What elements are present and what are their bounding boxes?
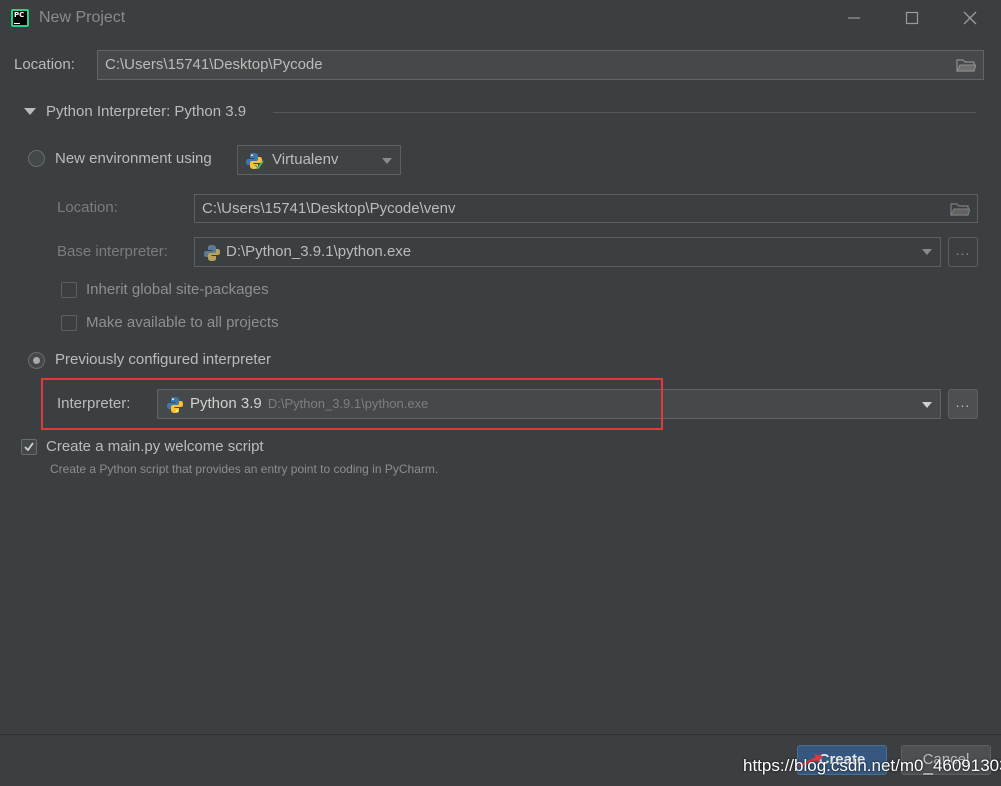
watermark-text: https://blog.csdn.net/m0_46091303 bbox=[743, 756, 1001, 775]
minimize-button[interactable] bbox=[825, 0, 883, 36]
environment-tool-combo[interactable]: Virtualenv bbox=[237, 145, 401, 175]
make-available-checkbox[interactable] bbox=[61, 315, 77, 331]
python-logo-icon bbox=[204, 245, 220, 261]
pycharm-logo-icon: PC bbox=[11, 9, 29, 27]
welcome-script-checkbox[interactable] bbox=[21, 439, 37, 455]
inherit-packages-checkbox[interactable] bbox=[61, 282, 77, 298]
chevron-down-icon bbox=[922, 402, 932, 408]
section-separator bbox=[273, 112, 976, 113]
environment-tool-value: Virtualenv bbox=[272, 151, 339, 168]
make-available-label: Make available to all projects bbox=[86, 314, 279, 331]
venv-location-label: Location: bbox=[57, 199, 118, 216]
welcome-script-label: Create a main.py welcome script bbox=[46, 438, 264, 455]
maximize-button[interactable] bbox=[883, 0, 941, 36]
maximize-icon bbox=[905, 11, 919, 25]
interpreter-highlight-box bbox=[41, 378, 663, 430]
base-interpreter-browse-button[interactable]: ... bbox=[948, 237, 978, 267]
folder-icon[interactable] bbox=[950, 201, 970, 217]
title-bar: PC New Project bbox=[0, 0, 1001, 36]
close-button[interactable] bbox=[941, 0, 999, 36]
close-icon bbox=[963, 11, 977, 25]
welcome-script-description: Create a Python script that provides an … bbox=[50, 462, 439, 476]
new-environment-label: New environment using bbox=[55, 150, 212, 167]
window-title: New Project bbox=[39, 9, 126, 26]
project-location-value: C:\Users\15741\Desktop\Pycode bbox=[105, 56, 323, 73]
checkmark-overlay-icon bbox=[254, 160, 264, 170]
new-project-dialog: PC New Project Location: C:\Users\15741\… bbox=[0, 0, 1001, 786]
base-interpreter-label: Base interpreter: bbox=[57, 243, 168, 260]
app-icon-text: PC bbox=[14, 11, 25, 19]
project-location-label: Location: bbox=[14, 56, 75, 73]
interpreter-section-title: Python Interpreter: Python 3.9 bbox=[46, 103, 247, 120]
new-environment-radio[interactable] bbox=[28, 150, 45, 167]
chevron-down-icon bbox=[922, 249, 932, 255]
project-location-input[interactable]: C:\Users\15741\Desktop\Pycode bbox=[97, 50, 984, 80]
footer-separator bbox=[0, 734, 1001, 735]
interpreter-browse-button[interactable]: ... bbox=[948, 389, 978, 419]
venv-location-value: C:\Users\15741\Desktop\Pycode\venv bbox=[202, 200, 456, 217]
chevron-down-icon bbox=[382, 158, 392, 164]
venv-location-input[interactable]: C:\Users\15741\Desktop\Pycode\venv bbox=[194, 194, 978, 223]
previous-interpreter-label: Previously configured interpreter bbox=[55, 351, 271, 368]
triangle-down-icon[interactable] bbox=[24, 108, 36, 116]
folder-icon[interactable] bbox=[956, 57, 976, 73]
inherit-packages-label: Inherit global site-packages bbox=[86, 281, 269, 298]
base-interpreter-value: D:\Python_3.9.1\python.exe bbox=[226, 243, 412, 260]
base-interpreter-combo[interactable]: D:\Python_3.9.1\python.exe bbox=[194, 237, 941, 267]
checkmark-icon bbox=[24, 442, 34, 452]
minimize-icon bbox=[848, 17, 860, 19]
previous-interpreter-radio[interactable] bbox=[28, 352, 45, 369]
